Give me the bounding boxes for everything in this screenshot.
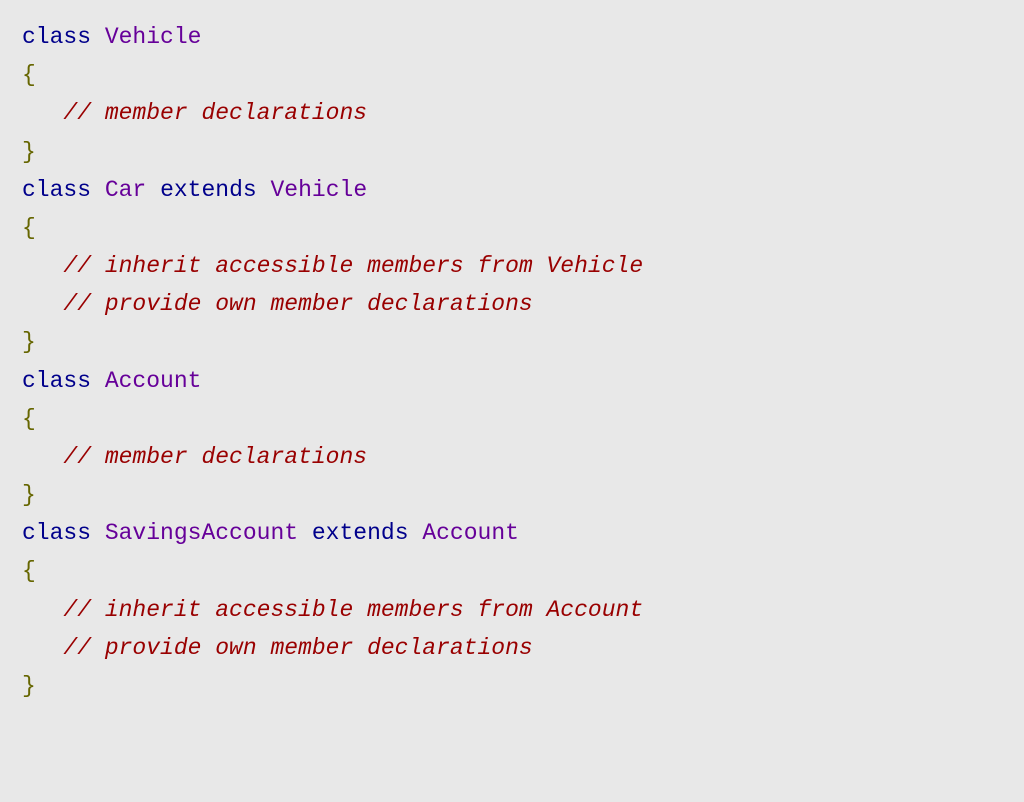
keyword-extends: extends: [312, 520, 409, 546]
brace-open: {: [22, 558, 36, 584]
class-name-account: Account: [105, 368, 202, 394]
keyword-class: class: [22, 24, 91, 50]
brace-close: }: [22, 139, 36, 165]
comment: // inherit accessible members from Accou…: [63, 597, 643, 623]
brace-close: }: [22, 329, 36, 355]
class-name-vehicle-ref: Vehicle: [271, 177, 368, 203]
class-name-car: Car: [105, 177, 146, 203]
comment: // inherit accessible members from Vehic…: [63, 253, 643, 279]
comment: // member declarations: [63, 100, 367, 126]
keyword-extends: extends: [160, 177, 257, 203]
brace-close: }: [22, 482, 36, 508]
keyword-class: class: [22, 520, 91, 546]
class-name-account-ref: Account: [422, 520, 519, 546]
comment: // member declarations: [63, 444, 367, 470]
code-block: class Vehicle { // member declarations }…: [22, 18, 1002, 705]
keyword-class: class: [22, 368, 91, 394]
brace-open: {: [22, 215, 36, 241]
class-name-savingsaccount: SavingsAccount: [105, 520, 298, 546]
comment: // provide own member declarations: [63, 291, 532, 317]
brace-open: {: [22, 406, 36, 432]
keyword-class: class: [22, 177, 91, 203]
brace-close: }: [22, 673, 36, 699]
comment: // provide own member declarations: [63, 635, 532, 661]
class-name-vehicle: Vehicle: [105, 24, 202, 50]
brace-open: {: [22, 62, 36, 88]
